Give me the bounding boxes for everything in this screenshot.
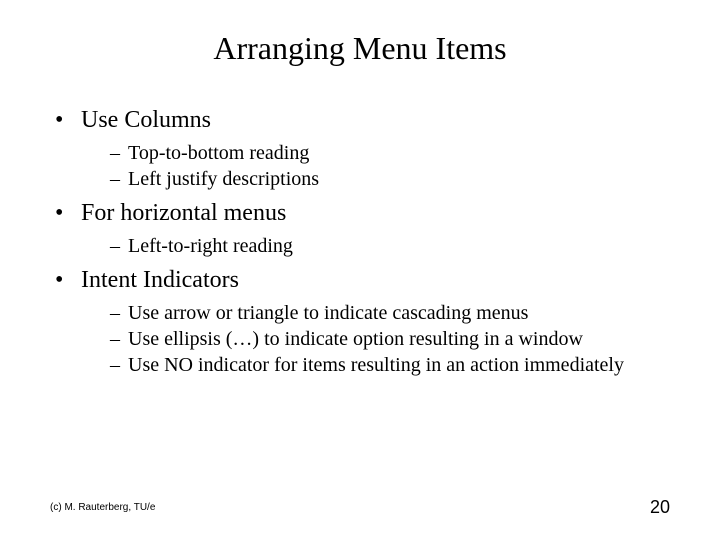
sub-bullet-text: Use NO indicator for items resulting in … xyxy=(128,354,624,376)
page-number: 20 xyxy=(650,497,670,518)
bullet-item: Use Columns Top-to-bottom reading Left j… xyxy=(75,107,670,192)
sub-bullet-list: Left-to-right reading xyxy=(75,233,670,259)
sub-bullet-item: Left justify descriptions xyxy=(110,166,670,192)
bullet-text: Intent Indicators xyxy=(81,267,239,293)
sub-bullet-item: Left-to-right reading xyxy=(110,233,670,259)
sub-bullet-item: Use ellipsis (…) to indicate option resu… xyxy=(110,326,670,352)
slide-title: Arranging Menu Items xyxy=(90,30,630,67)
copyright-text: (c) M. Rauterberg, TU/e xyxy=(50,502,155,513)
sub-bullet-text: Left-to-right reading xyxy=(128,235,293,257)
sub-bullet-text: Top-to-bottom reading xyxy=(128,142,309,164)
sub-bullet-item: Top-to-bottom reading xyxy=(110,140,670,166)
sub-bullet-text: Left justify descriptions xyxy=(128,168,319,190)
bullet-list: Use Columns Top-to-bottom reading Left j… xyxy=(50,107,670,378)
bullet-item: Intent Indicators Use arrow or triangle … xyxy=(75,267,670,378)
sub-bullet-item: Use NO indicator for items resulting in … xyxy=(110,352,670,378)
sub-bullet-list: Use arrow or triangle to indicate cascad… xyxy=(75,300,670,378)
slide-footer: (c) M. Rauterberg, TU/e 20 xyxy=(50,497,670,518)
sub-bullet-text: Use ellipsis (…) to indicate option resu… xyxy=(128,328,583,350)
bullet-text: For horizontal menus xyxy=(81,200,286,226)
bullet-text: Use Columns xyxy=(81,107,211,133)
sub-bullet-list: Top-to-bottom reading Left justify descr… xyxy=(75,140,670,192)
bullet-item: For horizontal menus Left-to-right readi… xyxy=(75,200,670,259)
sub-bullet-item: Use arrow or triangle to indicate cascad… xyxy=(110,300,670,326)
sub-bullet-text: Use arrow or triangle to indicate cascad… xyxy=(128,302,528,324)
